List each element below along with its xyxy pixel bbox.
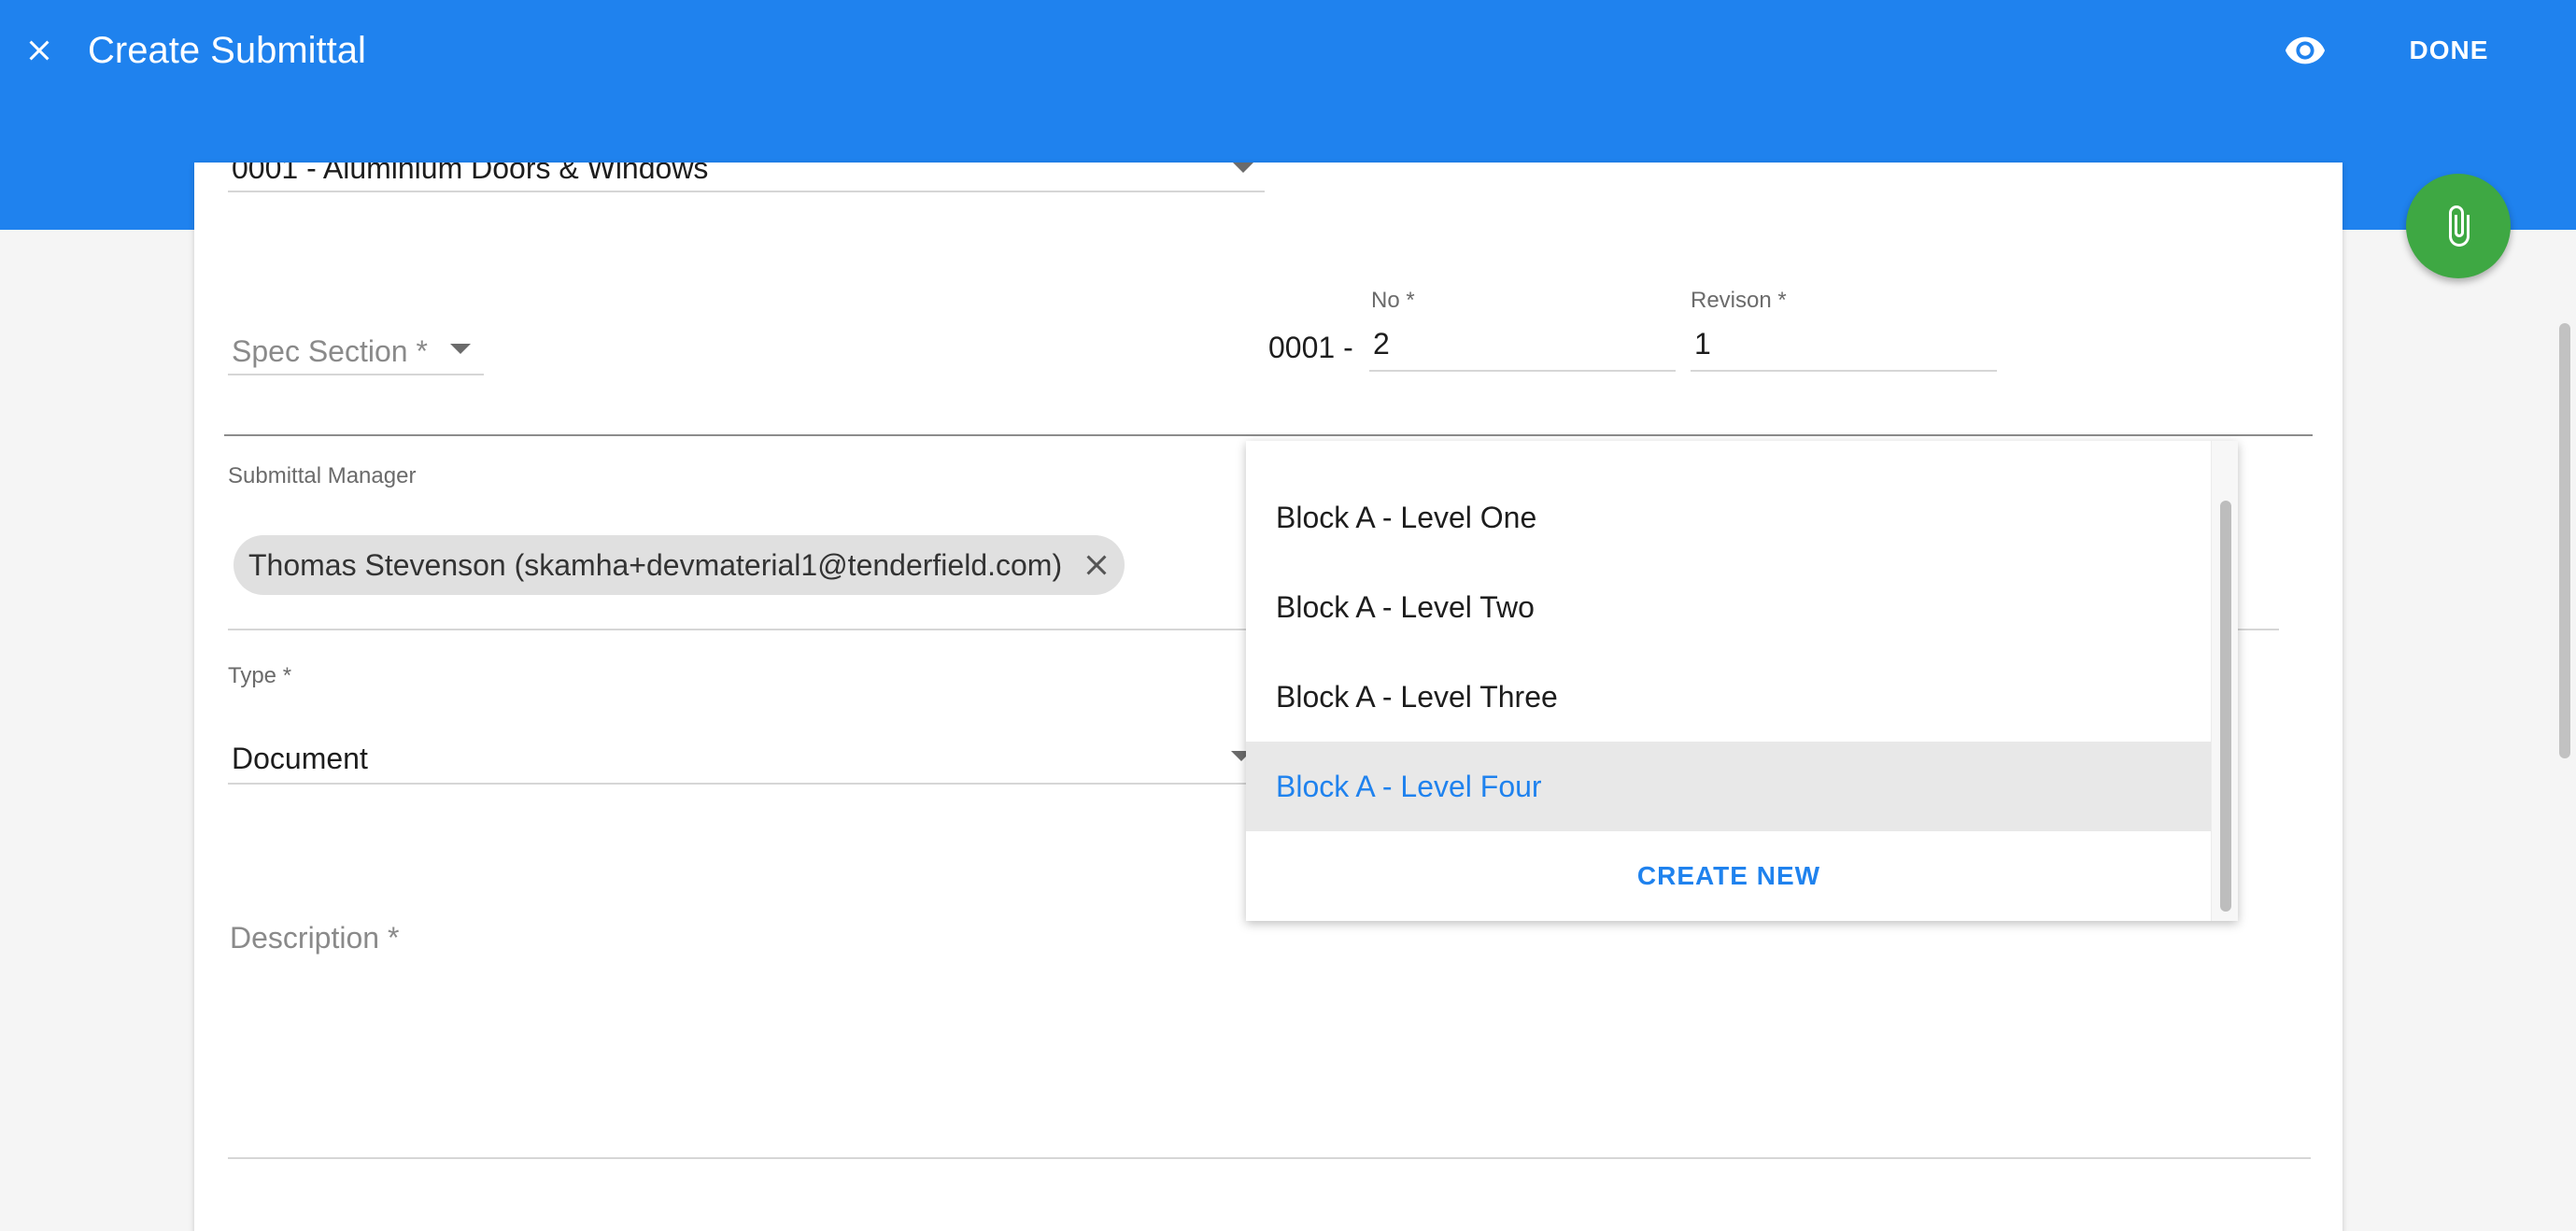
close-icon (29, 40, 50, 61)
dropdown-item[interactable]: Block A - Level Two (1246, 562, 2212, 652)
number-prefix: 0001 - (1268, 331, 1353, 364)
dropdown-item[interactable]: Block A - Level Three (1246, 652, 2212, 742)
manager-label: Submittal Manager (228, 463, 417, 488)
spec-section-select[interactable]: Spec Section * (232, 331, 428, 372)
location-field-underline (224, 434, 2313, 436)
description-textarea[interactable]: Description * (230, 917, 399, 958)
spec-section-caret-icon[interactable] (450, 344, 471, 354)
dropdown-scrollbar-thumb[interactable] (2220, 501, 2231, 912)
chip-remove-button[interactable] (1080, 548, 1113, 582)
number-label: No * (1371, 288, 1415, 313)
manager-chip[interactable]: Thomas Stevenson (skamha+devmaterial1@te… (234, 535, 1125, 595)
description-underline (228, 1157, 2311, 1159)
type-underline (228, 783, 1265, 785)
manager-chip-label: Thomas Stevenson (skamha+devmaterial1@te… (248, 548, 1063, 582)
app-root: Create Submittal DONE 0001 - Aluminium D… (0, 0, 2576, 1231)
type-select[interactable]: Document (232, 738, 368, 779)
revision-input[interactable]: 1 (1694, 323, 1711, 364)
page-scrollbar[interactable] (2550, 230, 2576, 1231)
package-underline (228, 191, 1265, 192)
eye-icon (2285, 36, 2326, 64)
dropdown-item-selected[interactable]: Block A - Level Four (1246, 742, 2212, 831)
location-dropdown: Block A - Level One Block A - Level Two … (1246, 441, 2238, 921)
dropdown-scrollbar[interactable] (2211, 441, 2238, 921)
type-label: Type * (228, 663, 292, 688)
paperclip-icon (2449, 205, 2470, 247)
done-button[interactable]: DONE (2391, 26, 2507, 75)
close-icon (1086, 555, 1107, 575)
preview-button[interactable] (2277, 21, 2333, 80)
create-new-button[interactable]: CREATE NEW (1246, 831, 2212, 921)
number-input[interactable]: 2 (1373, 323, 1390, 364)
package-caret-icon[interactable] (1233, 163, 1253, 173)
spec-section-underline (228, 374, 484, 375)
attach-button[interactable] (2406, 174, 2511, 278)
revision-underline (1691, 370, 1997, 372)
close-button[interactable] (15, 22, 64, 78)
dropdown-item[interactable]: Block A - Level One (1246, 473, 2212, 562)
page-scrollbar-thumb[interactable] (2559, 323, 2570, 758)
revision-label: Revison * (1691, 288, 1787, 313)
number-underline (1369, 370, 1676, 372)
page-title: Create Submittal (88, 30, 366, 71)
